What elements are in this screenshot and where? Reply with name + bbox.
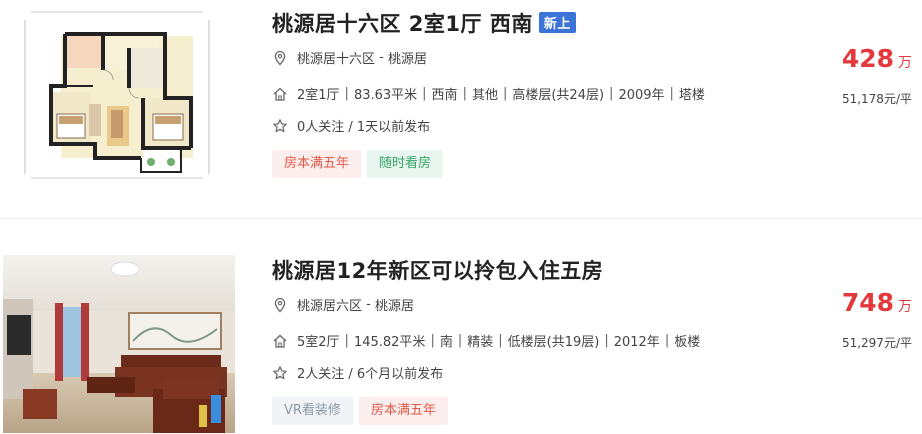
house-icon — [272, 333, 288, 349]
info-decoration: 精装 — [467, 335, 494, 350]
region-link[interactable]: 桃源居 — [375, 295, 414, 314]
info-separator: | — [344, 86, 349, 101]
total-price: 748 万 — [842, 288, 912, 317]
info-separator: | — [422, 86, 427, 101]
new-listing-badge: 新上 — [538, 12, 576, 33]
unit-price: 51,178元/平 — [841, 92, 912, 106]
info-layout: 5室2厅 — [297, 335, 340, 350]
info-building-type: 板楼 — [674, 335, 701, 350]
info-separator: | — [609, 86, 614, 101]
tag-viewing-anytime: 随时看房 — [367, 150, 444, 178]
info-separator: | — [502, 86, 508, 101]
total-price: 428 万 — [842, 44, 912, 73]
total-price-value: 428 — [841, 44, 894, 73]
community-link[interactable]: 桃源居十六区 — [297, 48, 375, 67]
location-row: 桃源居十六区 - 桃源居 — [272, 48, 427, 67]
region-link[interactable]: 桃源居 — [388, 48, 427, 67]
info-area: 145.82平米 — [353, 335, 426, 350]
info-orientation: 西南 — [431, 88, 458, 103]
info-separator: | — [462, 86, 467, 101]
listing-title[interactable]: 桃源居12年新区可以拎包入住五房 — [272, 255, 603, 285]
total-price-value: 748 — [841, 288, 894, 317]
house-info-row: 2室1厅 | 83.63平米 | 西南 | 其他 | 高楼层(共24层) | 2… — [272, 84, 705, 103]
info-separator: | — [430, 333, 435, 348]
star-icon — [272, 365, 288, 381]
listing-tags: 房本满五年 随时看房 — [272, 150, 449, 178]
info-decoration: 其他 — [471, 88, 498, 103]
info-separator: | — [457, 333, 463, 348]
map-pin-icon — [272, 297, 288, 313]
listing-card: 桃源居12年新区可以拎包入住五房 桃源居六区 - 桃源居 5室2厅 | 145.… — [0, 218, 922, 434]
map-pin-icon — [272, 50, 288, 66]
info-floor: 低楼层(共19层) — [507, 335, 600, 350]
location-row: 桃源居六区 - 桃源居 — [272, 295, 414, 314]
info-year: 2012年 — [613, 335, 660, 350]
floor-plan-thumbnail[interactable] — [3, 6, 235, 184]
info-separator: | — [669, 86, 674, 101]
follow-info-row: 2人关注 / 6个月以前发布 — [272, 363, 443, 382]
house-icon — [272, 86, 288, 102]
tag-vr-decoration[interactable]: VR看装修 — [272, 397, 353, 425]
info-separator: | — [604, 333, 609, 348]
info-floor: 高楼层(共24层) — [512, 88, 605, 103]
star-icon — [272, 118, 288, 134]
listing-card: 桃源居十六区 2室1厅 西南 新上 桃源居十六区 - 桃源居 2室1厅 | 83.… — [0, 0, 922, 218]
info-area: 83.63平米 — [353, 88, 418, 103]
info-year: 2009年 — [618, 88, 665, 103]
total-price-unit: 万 — [898, 55, 912, 71]
info-separator: | — [664, 333, 670, 348]
total-price-unit: 万 — [898, 299, 912, 315]
tag-five-year-deed: 房本满五年 — [272, 150, 362, 178]
info-building-type: 塔楼 — [678, 88, 705, 103]
unit-price: 51,297元/平 — [841, 336, 912, 350]
follow-publish-text: 2人关注 / 6个月以前发布 — [297, 367, 444, 382]
info-separator: | — [498, 333, 503, 348]
info-separator: | — [344, 333, 349, 348]
community-link[interactable]: 桃源居六区 — [297, 295, 362, 314]
info-orientation: 南 — [439, 335, 453, 350]
info-layout: 2室1厅 — [297, 88, 340, 103]
follow-publish-text: 0人关注 / 1天以前发布 — [297, 120, 431, 135]
listing-title[interactable]: 桃源居十六区 2室1厅 西南 新上 — [272, 8, 576, 38]
listing-title-text[interactable]: 桃源居12年新区可以拎包入住五房 — [272, 259, 603, 283]
follow-info-row: 0人关注 / 1天以前发布 — [272, 116, 430, 135]
living-room-photo-thumbnail[interactable] — [3, 255, 235, 433]
listing-title-text[interactable]: 桃源居十六区 2室1厅 西南 — [272, 12, 533, 36]
house-info-row: 5室2厅 | 145.82平米 | 南 | 精装 | 低楼层(共19层) | 2… — [272, 331, 700, 350]
listing-tags: VR看装修 房本满五年 — [272, 397, 454, 425]
location-separator: - — [375, 50, 388, 65]
tag-five-year-deed: 房本满五年 — [358, 397, 448, 425]
location-separator: - — [362, 297, 375, 312]
